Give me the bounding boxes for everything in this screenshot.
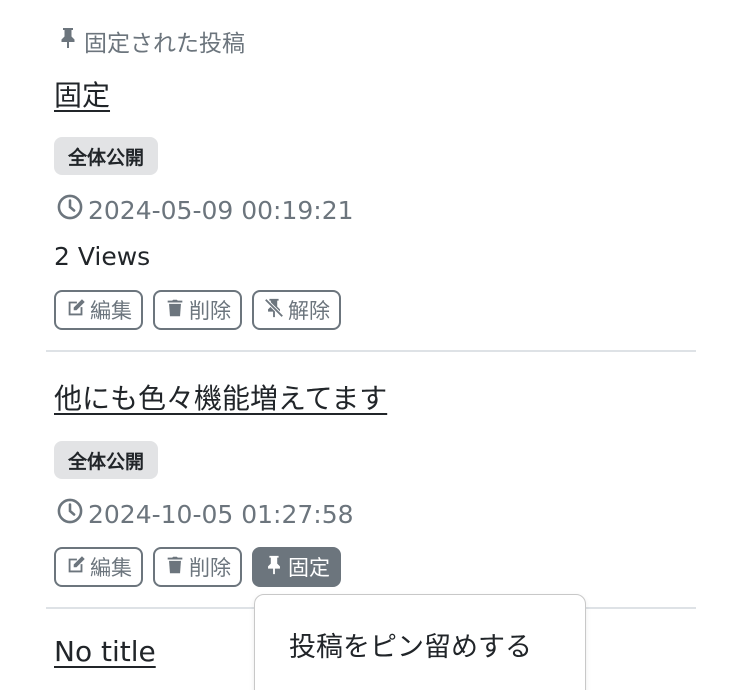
edit-icon: [65, 297, 87, 324]
pin-label: 固定: [288, 556, 330, 580]
datetime-text: 2024-10-05 01:27:58: [88, 499, 354, 529]
delete-label: 削除: [189, 299, 231, 323]
pinned-posts-text: 固定された投稿: [84, 31, 245, 57]
datetime-text: 2024-05-09 00:19:21: [88, 195, 354, 225]
edit-button[interactable]: 編集: [54, 547, 143, 587]
trash-icon: [164, 297, 186, 324]
clock-icon: [56, 193, 84, 227]
pinned-posts-label: 固定された投稿: [56, 24, 245, 58]
edit-label: 編集: [90, 556, 132, 580]
edit-icon: [65, 554, 87, 581]
visibility-badge: 全体公開: [54, 441, 159, 479]
delete-label: 削除: [189, 556, 231, 580]
post-title-link[interactable]: No title: [54, 635, 156, 668]
unpin-icon: [263, 297, 285, 324]
pin-post-menu-item[interactable]: 投稿をピン留めする: [289, 625, 532, 664]
pin-icon: [56, 26, 80, 56]
edit-label: 編集: [90, 299, 132, 323]
delete-button[interactable]: 削除: [153, 290, 242, 330]
pin-button[interactable]: 固定: [252, 547, 341, 587]
post-datetime: 2024-05-09 00:19:21: [56, 193, 354, 227]
post-divider: [46, 350, 696, 352]
pin-dropdown-menu: 投稿をピン留めする: [254, 594, 586, 690]
visibility-badge: 全体公開: [54, 137, 159, 175]
unpin-button[interactable]: 解除: [252, 290, 341, 330]
post-datetime: 2024-10-05 01:27:58: [56, 497, 354, 531]
post-actions: 編集 削除 固定: [54, 547, 341, 587]
post-list: 固定された投稿 固定 全体公開 2024-05-09 00:19:21 2 Vi…: [0, 0, 734, 690]
edit-button[interactable]: 編集: [54, 290, 143, 330]
view-count: 2 Views: [54, 242, 151, 271]
post-actions: 編集 削除 解除: [54, 290, 341, 330]
delete-button[interactable]: 削除: [153, 547, 242, 587]
post-title-link[interactable]: 他にも色々機能増えてます: [54, 377, 387, 417]
post-title-link[interactable]: 固定: [54, 74, 110, 114]
pin-icon: [263, 554, 285, 581]
trash-icon: [164, 554, 186, 581]
unpin-label: 解除: [288, 299, 330, 323]
clock-icon: [56, 497, 84, 531]
